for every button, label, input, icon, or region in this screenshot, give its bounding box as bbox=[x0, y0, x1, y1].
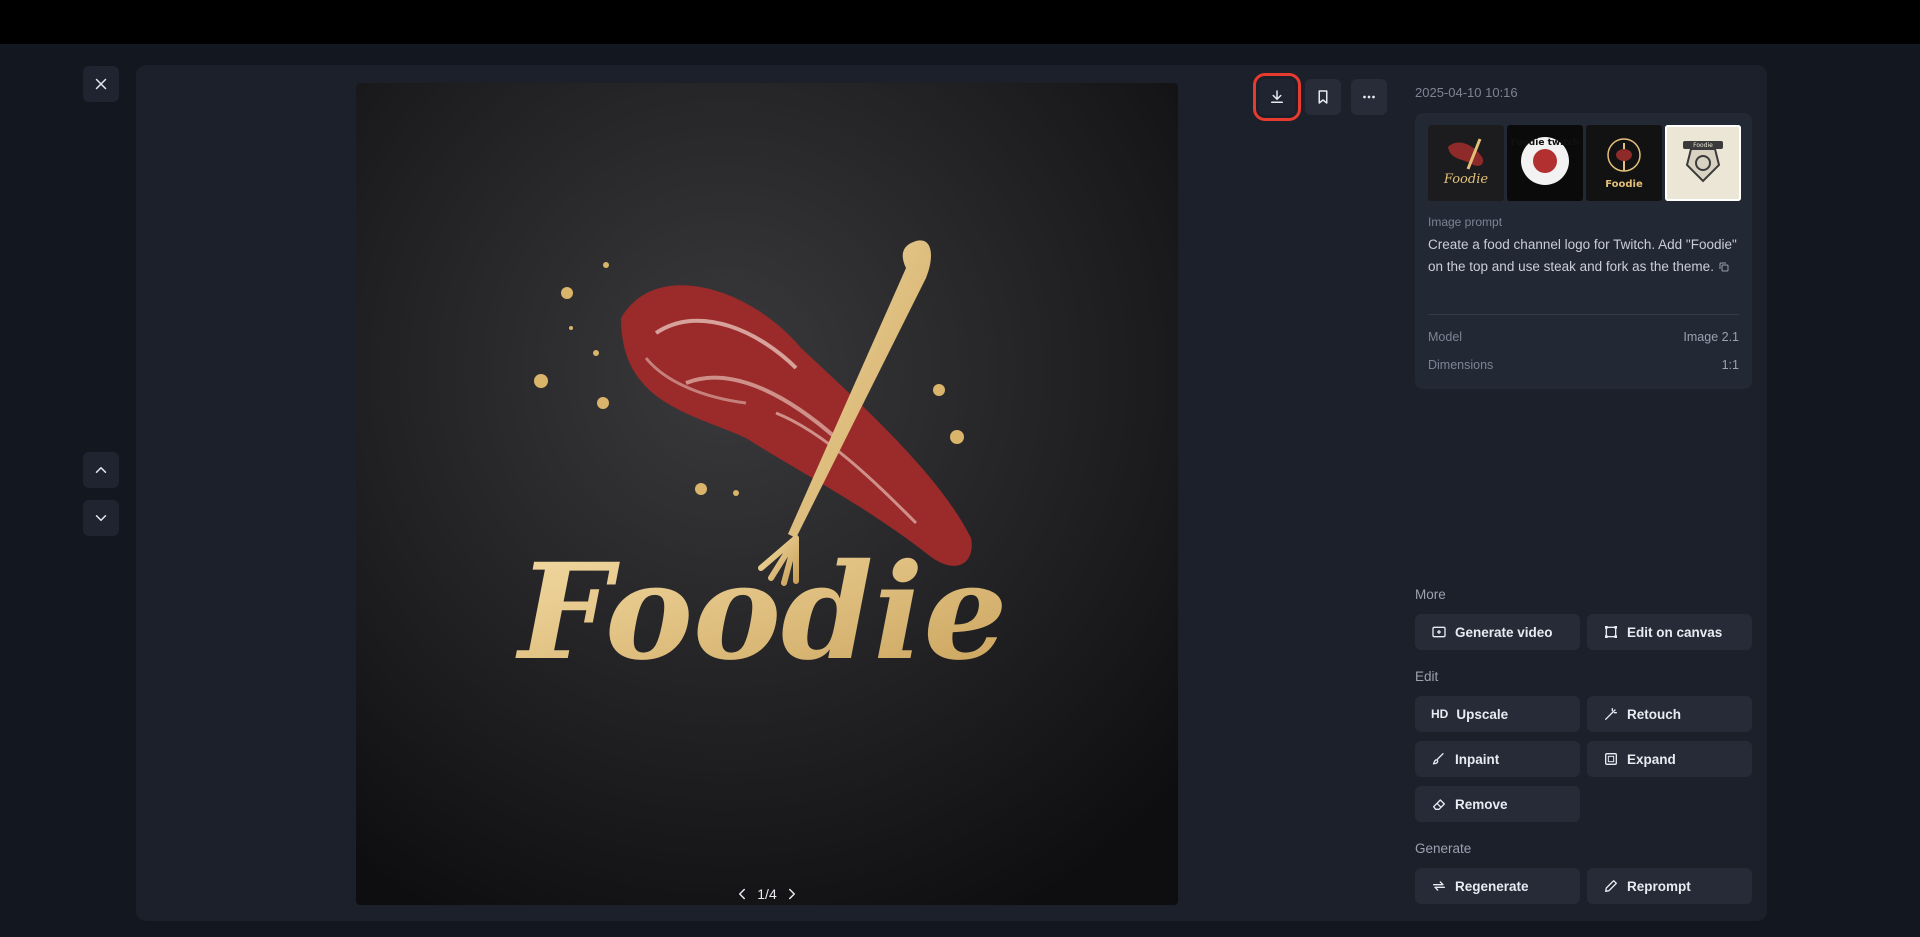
section-more-label: More bbox=[1415, 587, 1446, 602]
thumbnail-1[interactable]: Foodie bbox=[1428, 125, 1504, 201]
regenerate-button[interactable]: Regenerate bbox=[1415, 868, 1580, 904]
canvas-icon bbox=[1605, 626, 1617, 638]
reprompt-button[interactable]: Reprompt bbox=[1587, 868, 1752, 904]
chevron-left-icon[interactable] bbox=[733, 885, 751, 903]
prompt-label: Image prompt bbox=[1428, 215, 1503, 229]
eraser-icon bbox=[1433, 799, 1445, 810]
brush-icon bbox=[1432, 753, 1444, 765]
generate-video-button[interactable]: Generate video bbox=[1415, 614, 1580, 650]
image-pager: 1/4 bbox=[727, 880, 807, 908]
more-horizontal-icon bbox=[1363, 95, 1375, 99]
section-generate-label: Generate bbox=[1415, 841, 1472, 856]
remove-button[interactable]: Remove bbox=[1415, 786, 1580, 822]
thumbnail-1-caption: Foodie bbox=[1443, 172, 1488, 187]
reprompt-label: Reprompt bbox=[1627, 878, 1691, 894]
model-value: Image 2.1 bbox=[1683, 330, 1739, 344]
thumbnail-4-caption: Foodie bbox=[1693, 142, 1713, 149]
pencil-icon bbox=[1605, 880, 1617, 892]
thumbnail-3-caption: Foodie bbox=[1605, 179, 1643, 190]
window-top-bar bbox=[0, 0, 1920, 44]
edit-on-canvas-label: Edit on canvas bbox=[1627, 624, 1723, 640]
next-image-button[interactable] bbox=[83, 500, 119, 536]
previous-image-button[interactable] bbox=[83, 452, 119, 488]
thumbnail-2-caption: Foodie twitch bbox=[1511, 138, 1580, 148]
thumbnail-3[interactable]: Foodie bbox=[1586, 125, 1662, 201]
remove-label: Remove bbox=[1455, 796, 1508, 812]
retouch-button[interactable]: Retouch bbox=[1587, 696, 1752, 732]
download-button[interactable] bbox=[1253, 73, 1301, 121]
close-icon bbox=[95, 78, 107, 90]
chevron-up-icon bbox=[95, 467, 107, 473]
hd-icon: HD bbox=[1431, 707, 1449, 721]
refresh-icon bbox=[1433, 881, 1445, 891]
thumbnail-4[interactable]: Foodie bbox=[1665, 125, 1741, 201]
expand-label: Expand bbox=[1627, 751, 1676, 767]
created-timestamp: 2025-04-10 10:16 bbox=[1415, 85, 1518, 100]
bookmark-icon bbox=[1318, 90, 1328, 104]
magic-wand-icon bbox=[1605, 708, 1617, 720]
section-edit-label: Edit bbox=[1415, 669, 1439, 684]
thumbnail-strip: Foodie Foodie twitch Foodie Foodie bbox=[1428, 125, 1741, 201]
dimensions-label: Dimensions bbox=[1428, 358, 1494, 372]
regenerate-label: Regenerate bbox=[1455, 878, 1529, 894]
expand-icon bbox=[1605, 753, 1617, 765]
inpaint-button[interactable]: Inpaint bbox=[1415, 741, 1580, 777]
prompt-text: Create a food channel logo for Twitch. A… bbox=[1428, 234, 1740, 278]
more-options-button[interactable] bbox=[1351, 79, 1387, 115]
upscale-label: Upscale bbox=[1456, 706, 1509, 722]
copy-icon[interactable] bbox=[1718, 261, 1730, 273]
foodie-logo-image: Foodie bbox=[356, 83, 1178, 905]
retouch-label: Retouch bbox=[1627, 706, 1681, 722]
inpaint-label: Inpaint bbox=[1455, 751, 1500, 767]
pager-count: 1/4 bbox=[757, 886, 777, 902]
expand-button[interactable]: Expand bbox=[1587, 741, 1752, 777]
download-icon bbox=[1271, 90, 1283, 103]
image-info-card: Foodie Foodie twitch Foodie Foodie Image… bbox=[1415, 113, 1752, 389]
close-button[interactable] bbox=[83, 66, 119, 102]
chevron-right-icon[interactable] bbox=[783, 885, 801, 903]
generate-video-label: Generate video bbox=[1455, 624, 1553, 640]
upscale-button[interactable]: HD Upscale bbox=[1415, 696, 1580, 732]
bookmark-button[interactable] bbox=[1305, 79, 1341, 115]
foodie-logo-text: Foodie bbox=[514, 535, 1007, 690]
prompt-text-content: Create a food channel logo for Twitch. A… bbox=[1428, 237, 1737, 274]
dimensions-value: 1:1 bbox=[1721, 358, 1739, 372]
info-divider bbox=[1428, 314, 1739, 315]
thumbnail-2[interactable]: Foodie twitch bbox=[1507, 125, 1583, 201]
dimensions-row: Dimensions 1:1 bbox=[1428, 358, 1739, 372]
chevron-down-icon bbox=[95, 515, 107, 521]
video-plus-icon bbox=[1432, 626, 1446, 638]
generated-image: Foodie bbox=[356, 83, 1178, 905]
edit-on-canvas-button[interactable]: Edit on canvas bbox=[1587, 614, 1752, 650]
model-row: Model Image 2.1 bbox=[1428, 330, 1739, 344]
model-label: Model bbox=[1428, 330, 1463, 344]
